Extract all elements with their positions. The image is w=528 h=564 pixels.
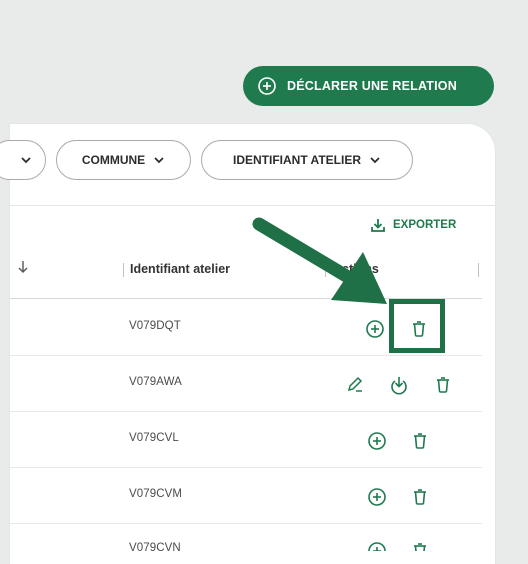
header-identifiant-atelier[interactable]: Identifiant atelier (130, 262, 230, 276)
chevron-down-icon (20, 154, 32, 166)
filter-commune[interactable]: COMMUNE (56, 140, 191, 180)
delete-action-button[interactable] (408, 429, 432, 453)
delete-action-button[interactable] (408, 539, 432, 551)
declare-relation-button[interactable]: DÉCLARER UNE RELATION (243, 66, 494, 106)
annotation-highlight-box (389, 299, 445, 353)
delete-action-button[interactable] (408, 485, 432, 509)
export-label: EXPORTER (393, 219, 457, 231)
atelier-id-cell: V079AWA (129, 376, 182, 388)
add-action-button[interactable] (365, 539, 389, 551)
edit-action-button[interactable] (343, 373, 367, 397)
chevron-down-icon (153, 154, 165, 166)
plus-circle-icon (257, 76, 277, 96)
table-row: V079CVL (10, 412, 482, 468)
declare-relation-label: DÉCLARER UNE RELATION (287, 79, 457, 93)
table-row: V079AWA (10, 356, 482, 412)
filter-identifiant-atelier[interactable]: IDENTIFIANT ATELIER (201, 140, 413, 180)
filter-chip-partial[interactable] (0, 140, 46, 180)
atelier-id-cell: V079CVL (129, 432, 179, 444)
column-separator (478, 263, 479, 277)
atelier-id-cell: V079DQT (129, 320, 181, 332)
add-action-button[interactable] (365, 485, 389, 509)
atelier-id-cell: V079CVN (129, 542, 181, 551)
column-separator (123, 263, 124, 277)
table-row: V079CVN (10, 524, 482, 551)
filter-identifiant-label: IDENTIFIANT ATELIER (233, 153, 361, 167)
add-action-button[interactable] (365, 429, 389, 453)
atelier-id-cell: V079CVM (129, 488, 183, 500)
annotation-arrow (252, 217, 387, 304)
chevron-down-icon (369, 154, 381, 166)
filters-divider (10, 205, 495, 206)
download-action-button[interactable] (387, 373, 411, 397)
sort-arrow-icon[interactable] (17, 260, 29, 274)
filter-commune-label: COMMUNE (81, 153, 146, 167)
add-action-button[interactable] (363, 317, 387, 341)
delete-action-button[interactable] (431, 373, 455, 397)
table-row: V079CVM (10, 468, 482, 524)
